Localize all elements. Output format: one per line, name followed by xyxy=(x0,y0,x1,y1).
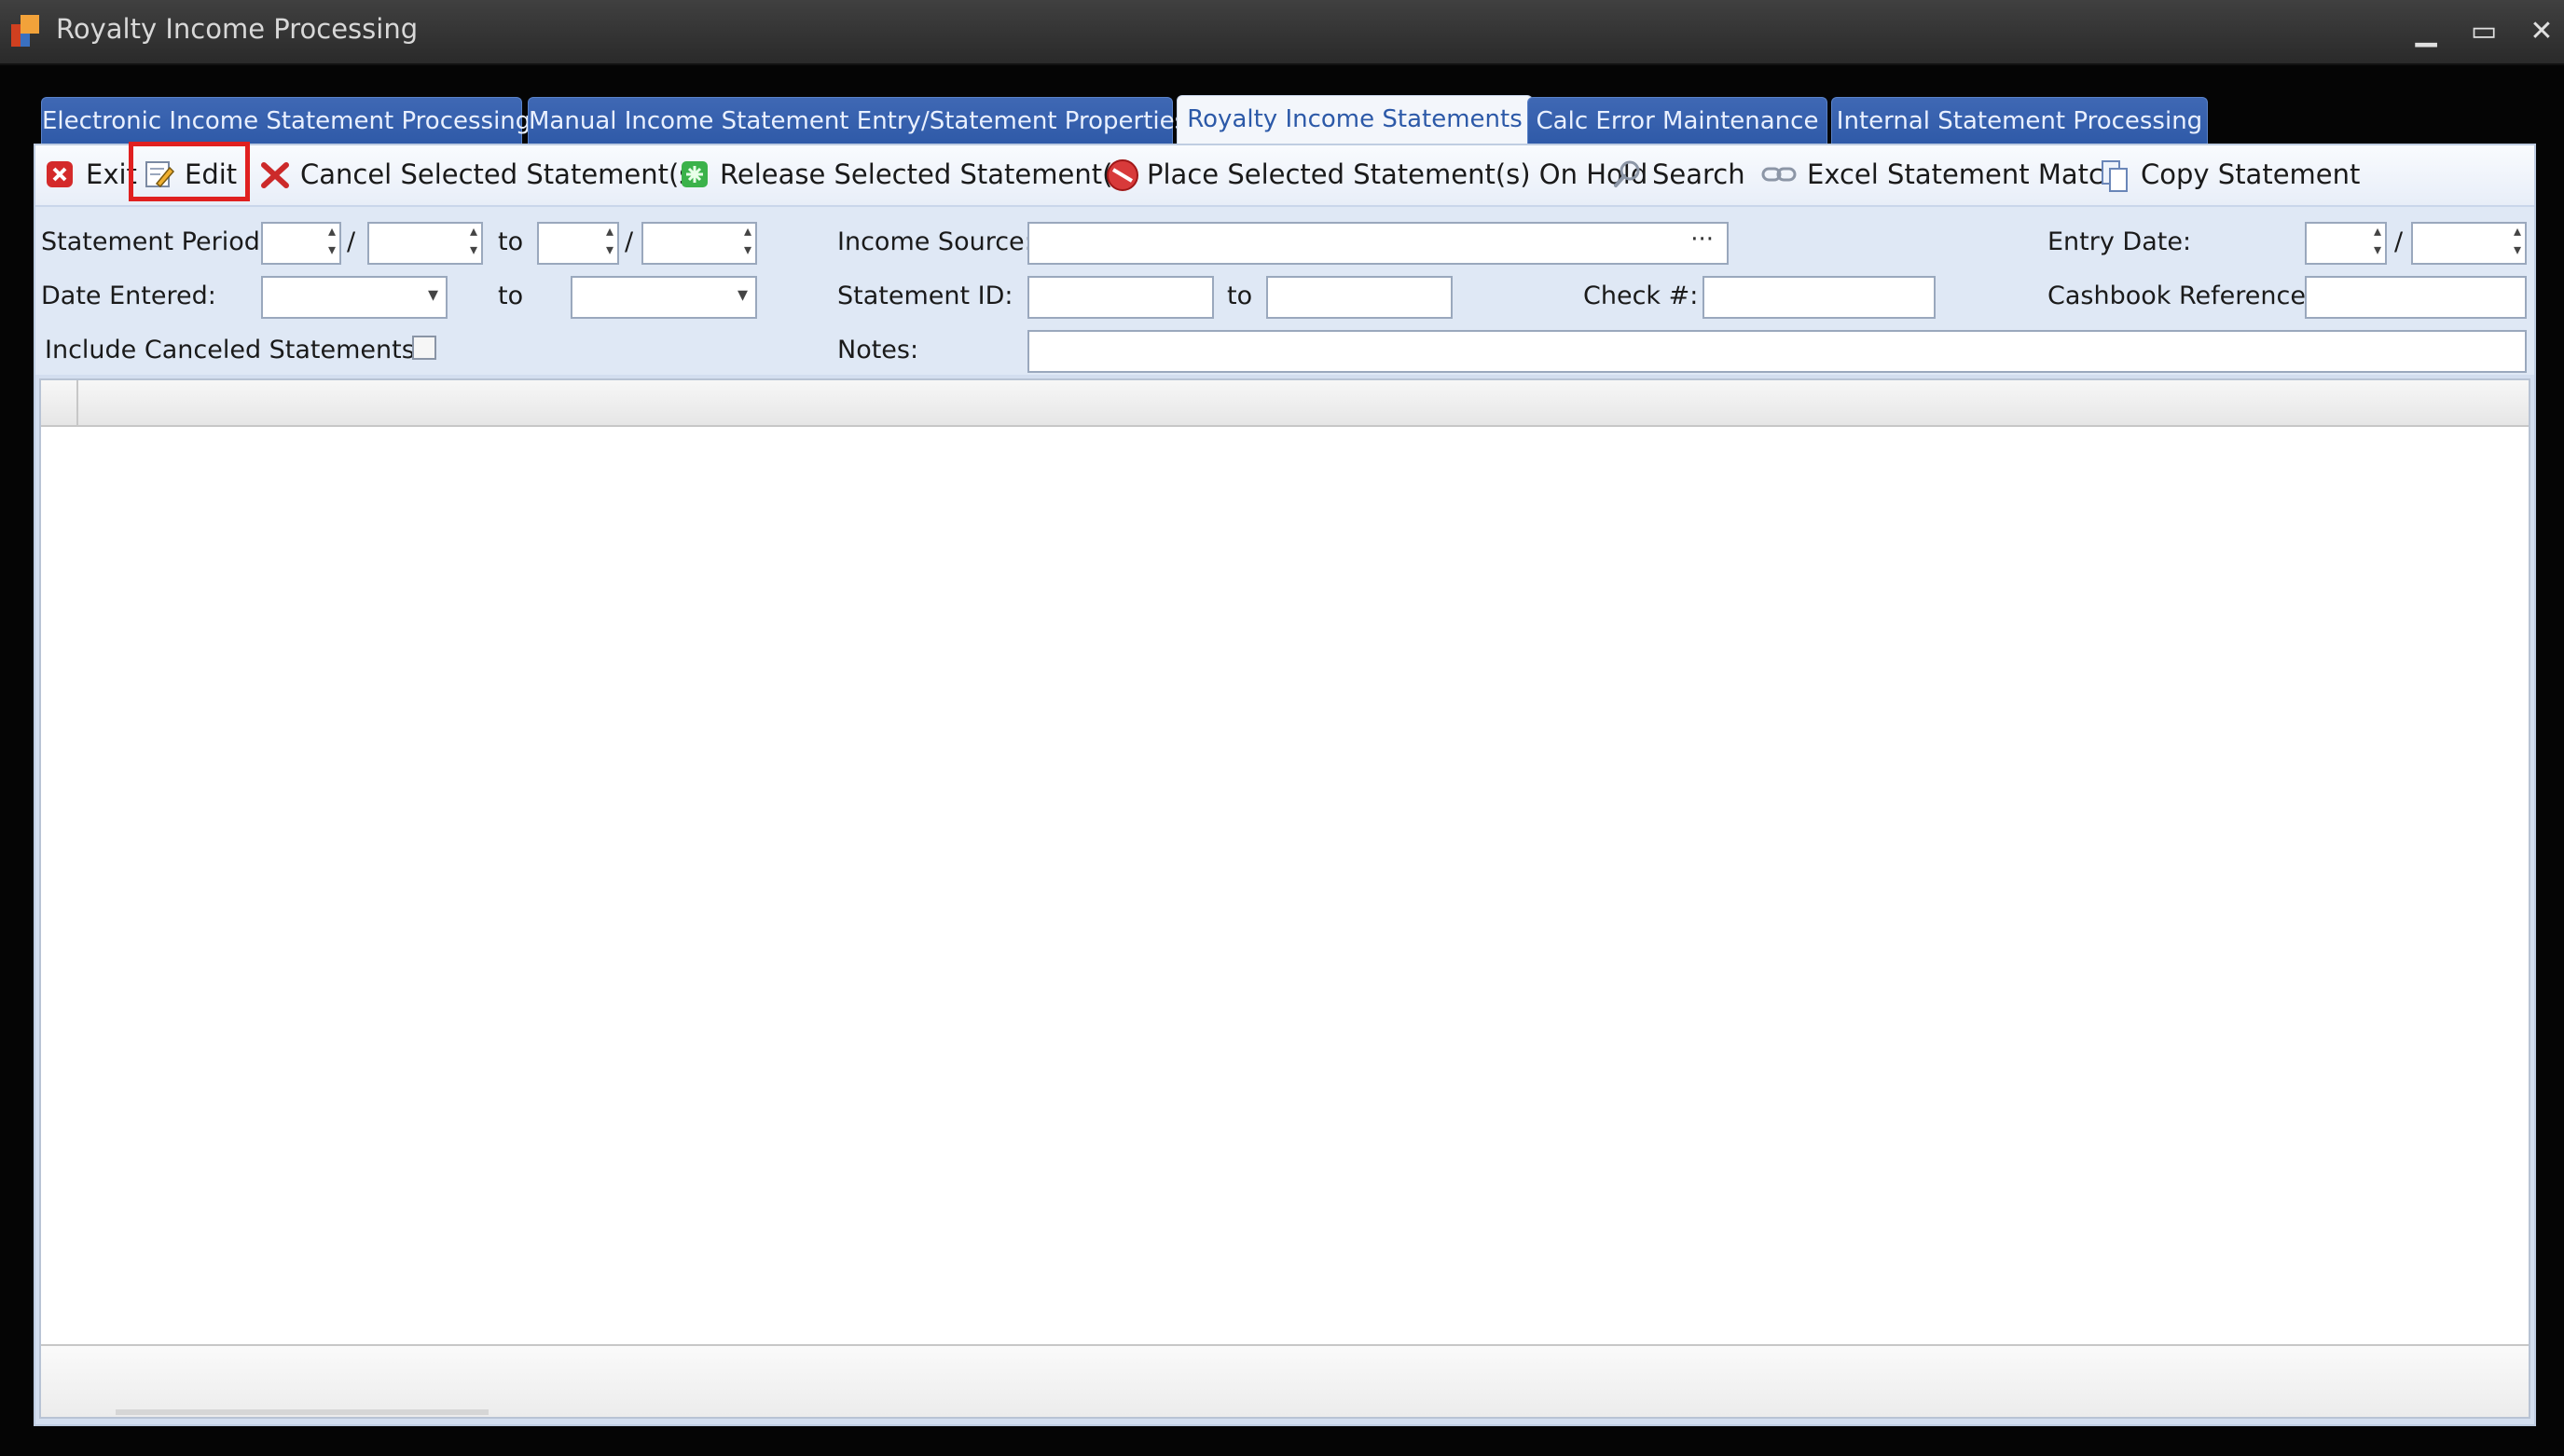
exit-button[interactable]: Exit xyxy=(45,153,137,196)
entry-date-month[interactable] xyxy=(2305,222,2387,265)
filter-panel: Statement Period: / to / Income Source: … xyxy=(35,207,2534,375)
slash-separator: / xyxy=(2394,227,2404,256)
statement-period-from-month[interactable] xyxy=(261,222,341,265)
search-icon xyxy=(1611,158,1643,190)
tab-electronic-income[interactable]: Electronic Income Statement Processing xyxy=(41,97,531,144)
hold-label: Place Selected Statement(s) On Hold xyxy=(1147,158,1648,190)
window-title: Royalty Income Processing xyxy=(56,13,419,45)
include-canceled-checkbox[interactable] xyxy=(412,336,436,360)
entry-date-year[interactable] xyxy=(2411,222,2527,265)
entry-date-label: Entry Date: xyxy=(2047,227,2192,256)
to-label: to xyxy=(498,227,524,256)
release-label: Release Selected Statement(s) xyxy=(720,158,1137,190)
notes-input[interactable] xyxy=(1027,330,2527,373)
statement-period-label: Statement Period: xyxy=(41,227,269,256)
to-label: to xyxy=(498,282,524,310)
close-button[interactable]: ✕ xyxy=(2523,13,2560,50)
copy-statement-button[interactable]: Copy Statement xyxy=(2100,153,2360,196)
statement-id-to-input[interactable] xyxy=(1266,276,1453,319)
slash-separator: / xyxy=(625,227,634,256)
grid-corner-selector[interactable] xyxy=(41,380,78,425)
cancel-label: Cancel Selected Statement(s) xyxy=(300,158,704,190)
grid-footer xyxy=(41,1344,2529,1417)
search-button[interactable]: Search xyxy=(1611,153,1745,196)
browse-ellipsis-button[interactable]: ··· xyxy=(1690,226,1714,254)
title-bar: Royalty Income Processing ▁ ▭ ✕ xyxy=(0,0,2564,65)
excel-statement-match-button[interactable]: Excel Statement Match xyxy=(1760,153,2120,196)
cashbook-reference-input[interactable] xyxy=(2305,276,2527,319)
tab-royalty-income-statements[interactable]: Royalty Income Statements xyxy=(1177,95,1533,145)
statement-period-to-month[interactable] xyxy=(537,222,619,265)
date-entered-to-dropdown[interactable] xyxy=(571,276,757,319)
release-icon xyxy=(679,158,710,190)
copy-label: Copy Statement xyxy=(2141,158,2361,190)
statement-period-to-year[interactable] xyxy=(641,222,757,265)
horizontal-scrollbar[interactable] xyxy=(116,1409,489,1415)
minimize-button[interactable]: ▁ xyxy=(2407,13,2445,50)
check-number-input[interactable] xyxy=(1702,276,1936,319)
edit-highlight-box xyxy=(129,142,250,201)
grid-header xyxy=(41,380,2529,427)
app-logo-icon xyxy=(11,15,39,47)
search-label: Search xyxy=(1652,158,1745,190)
place-on-hold-button[interactable]: Place Selected Statement(s) On Hold xyxy=(1106,153,1647,196)
statement-id-label: Statement ID: xyxy=(837,282,1013,310)
to-label: to xyxy=(1227,282,1253,310)
tab-internal-statement-processing[interactable]: Internal Statement Processing xyxy=(1831,97,2208,144)
exit-icon xyxy=(45,158,76,190)
slash-separator: / xyxy=(347,227,356,256)
check-number-label: Check #: xyxy=(1583,282,1699,310)
date-entered-from-dropdown[interactable] xyxy=(261,276,448,319)
statement-id-from-input[interactable] xyxy=(1027,276,1214,319)
date-entered-label: Date Entered: xyxy=(41,282,216,310)
tab-calc-error-maintenance[interactable]: Calc Error Maintenance xyxy=(1527,97,1827,144)
cancel-selected-button[interactable]: Cancel Selected Statement(s) xyxy=(259,153,704,196)
income-source-label: Income Source: xyxy=(837,227,1033,256)
excel-match-label: Excel Statement Match xyxy=(1807,158,2121,190)
include-canceled-label: Include Canceled Statements: xyxy=(45,336,423,364)
statement-period-from-year[interactable] xyxy=(367,222,483,265)
release-selected-button[interactable]: Release Selected Statement(s) xyxy=(679,153,1137,196)
maximize-button[interactable]: ▭ xyxy=(2465,13,2502,50)
statements-grid[interactable] xyxy=(39,378,2530,1419)
cancel-icon xyxy=(259,158,291,190)
app-window: Royalty Income Processing ▁ ▭ ✕ Electron… xyxy=(0,0,2564,1456)
tab-content-panel: Exit Edit Cancel Selected Statement(s) R… xyxy=(34,142,2536,1426)
hold-icon xyxy=(1106,158,1138,191)
link-icon xyxy=(1760,158,1798,190)
tab-manual-income-entry[interactable]: Manual Income Statement Entry/Statement … xyxy=(528,97,1187,144)
income-source-input[interactable]: ··· xyxy=(1027,222,1729,265)
cashbook-reference-label: Cashbook Reference: xyxy=(2047,282,2315,310)
copy-icon xyxy=(2100,158,2131,192)
toolbar: Exit Edit Cancel Selected Statement(s) R… xyxy=(35,142,2534,207)
notes-label: Notes: xyxy=(837,336,919,364)
